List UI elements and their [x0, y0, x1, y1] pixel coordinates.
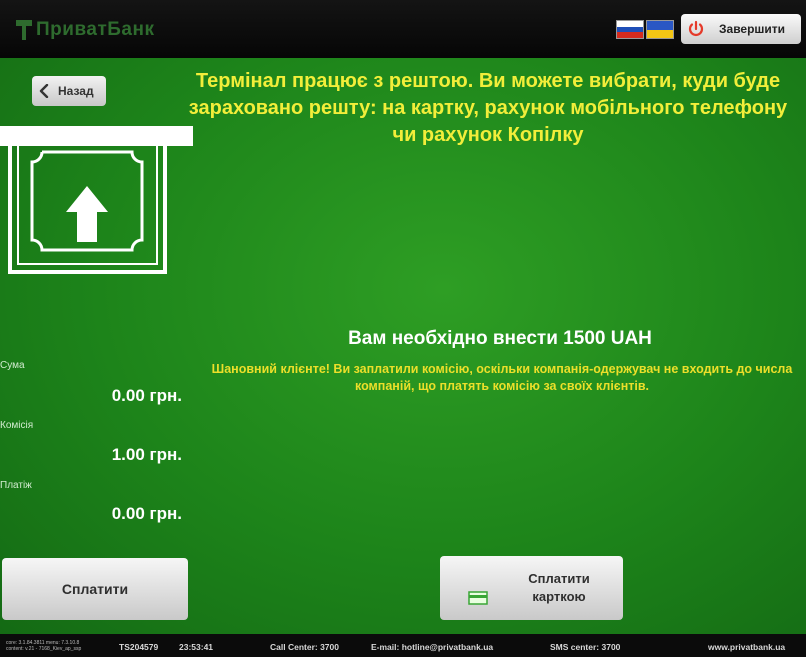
chevron-left-icon [39, 84, 49, 98]
status-footer: core: 3.1.84.3811 menu: 7.3.10.8 content… [0, 634, 806, 657]
fee-label: Комісія [0, 420, 34, 431]
sms-center: SMS center: 3700 [550, 642, 621, 652]
commission-note: Шановний клієнте! Ви заплатили комісію, … [211, 362, 793, 393]
sum-value: 0.00 грн. [111, 386, 182, 405]
russian-flag-icon [617, 21, 643, 38]
privatbank-logo-icon [16, 20, 32, 40]
top-bar: ПриватБанк Завершити [0, 0, 806, 58]
fee-value: 1.00 грн. [111, 445, 182, 464]
call-center: Call Center: 3700 [270, 642, 339, 652]
privatbank-logo: ПриватБанк [14, 14, 154, 46]
logo-text: ПриватБанк [36, 19, 155, 40]
payment-label: Платіж [0, 480, 32, 491]
terminal-id: TS204579 [119, 642, 159, 652]
change-info-headline: Термінал працює з рештою. Ви можете вибр… [188, 70, 788, 146]
card-icon [468, 591, 488, 605]
power-icon [688, 20, 704, 36]
ukrainian-flag-icon [647, 21, 673, 38]
exit-button[interactable]: Завершити [681, 14, 801, 44]
content-version: content: v.21 - 7168_Kiev_ap_ssp [6, 646, 82, 652]
main-panel: Назад Термінал працює з рештою. Ви может… [0, 58, 806, 634]
clock-time: 23:53:41 [179, 642, 214, 652]
exit-button-label: Завершити [719, 22, 786, 36]
email-contact: E-mail: hotline@privatbank.ua [371, 642, 494, 652]
pay-by-card-label-line1: Сплатити [528, 571, 590, 586]
website: www.privatbank.ua [708, 642, 786, 652]
back-button[interactable]: Назад [32, 76, 106, 106]
pay-button-label: Сплатити [61, 581, 129, 597]
sum-label: Сума [0, 360, 25, 371]
back-button-label: Назад [58, 84, 94, 98]
pay-button[interactable]: Сплатити [2, 558, 188, 620]
language-russian-button[interactable] [616, 20, 644, 39]
pay-by-card-label: Сплатити карткою [504, 570, 614, 606]
language-ukrainian-button[interactable] [646, 20, 674, 39]
pay-by-card-button[interactable]: Сплатити карткою [440, 556, 623, 620]
cash-insert-icon [0, 126, 193, 274]
amount-due-text: Вам необхідно внести 1500 UAH [348, 328, 652, 349]
pay-by-card-label-line2: карткою [532, 589, 586, 604]
payment-value: 0.00 грн. [111, 504, 182, 523]
